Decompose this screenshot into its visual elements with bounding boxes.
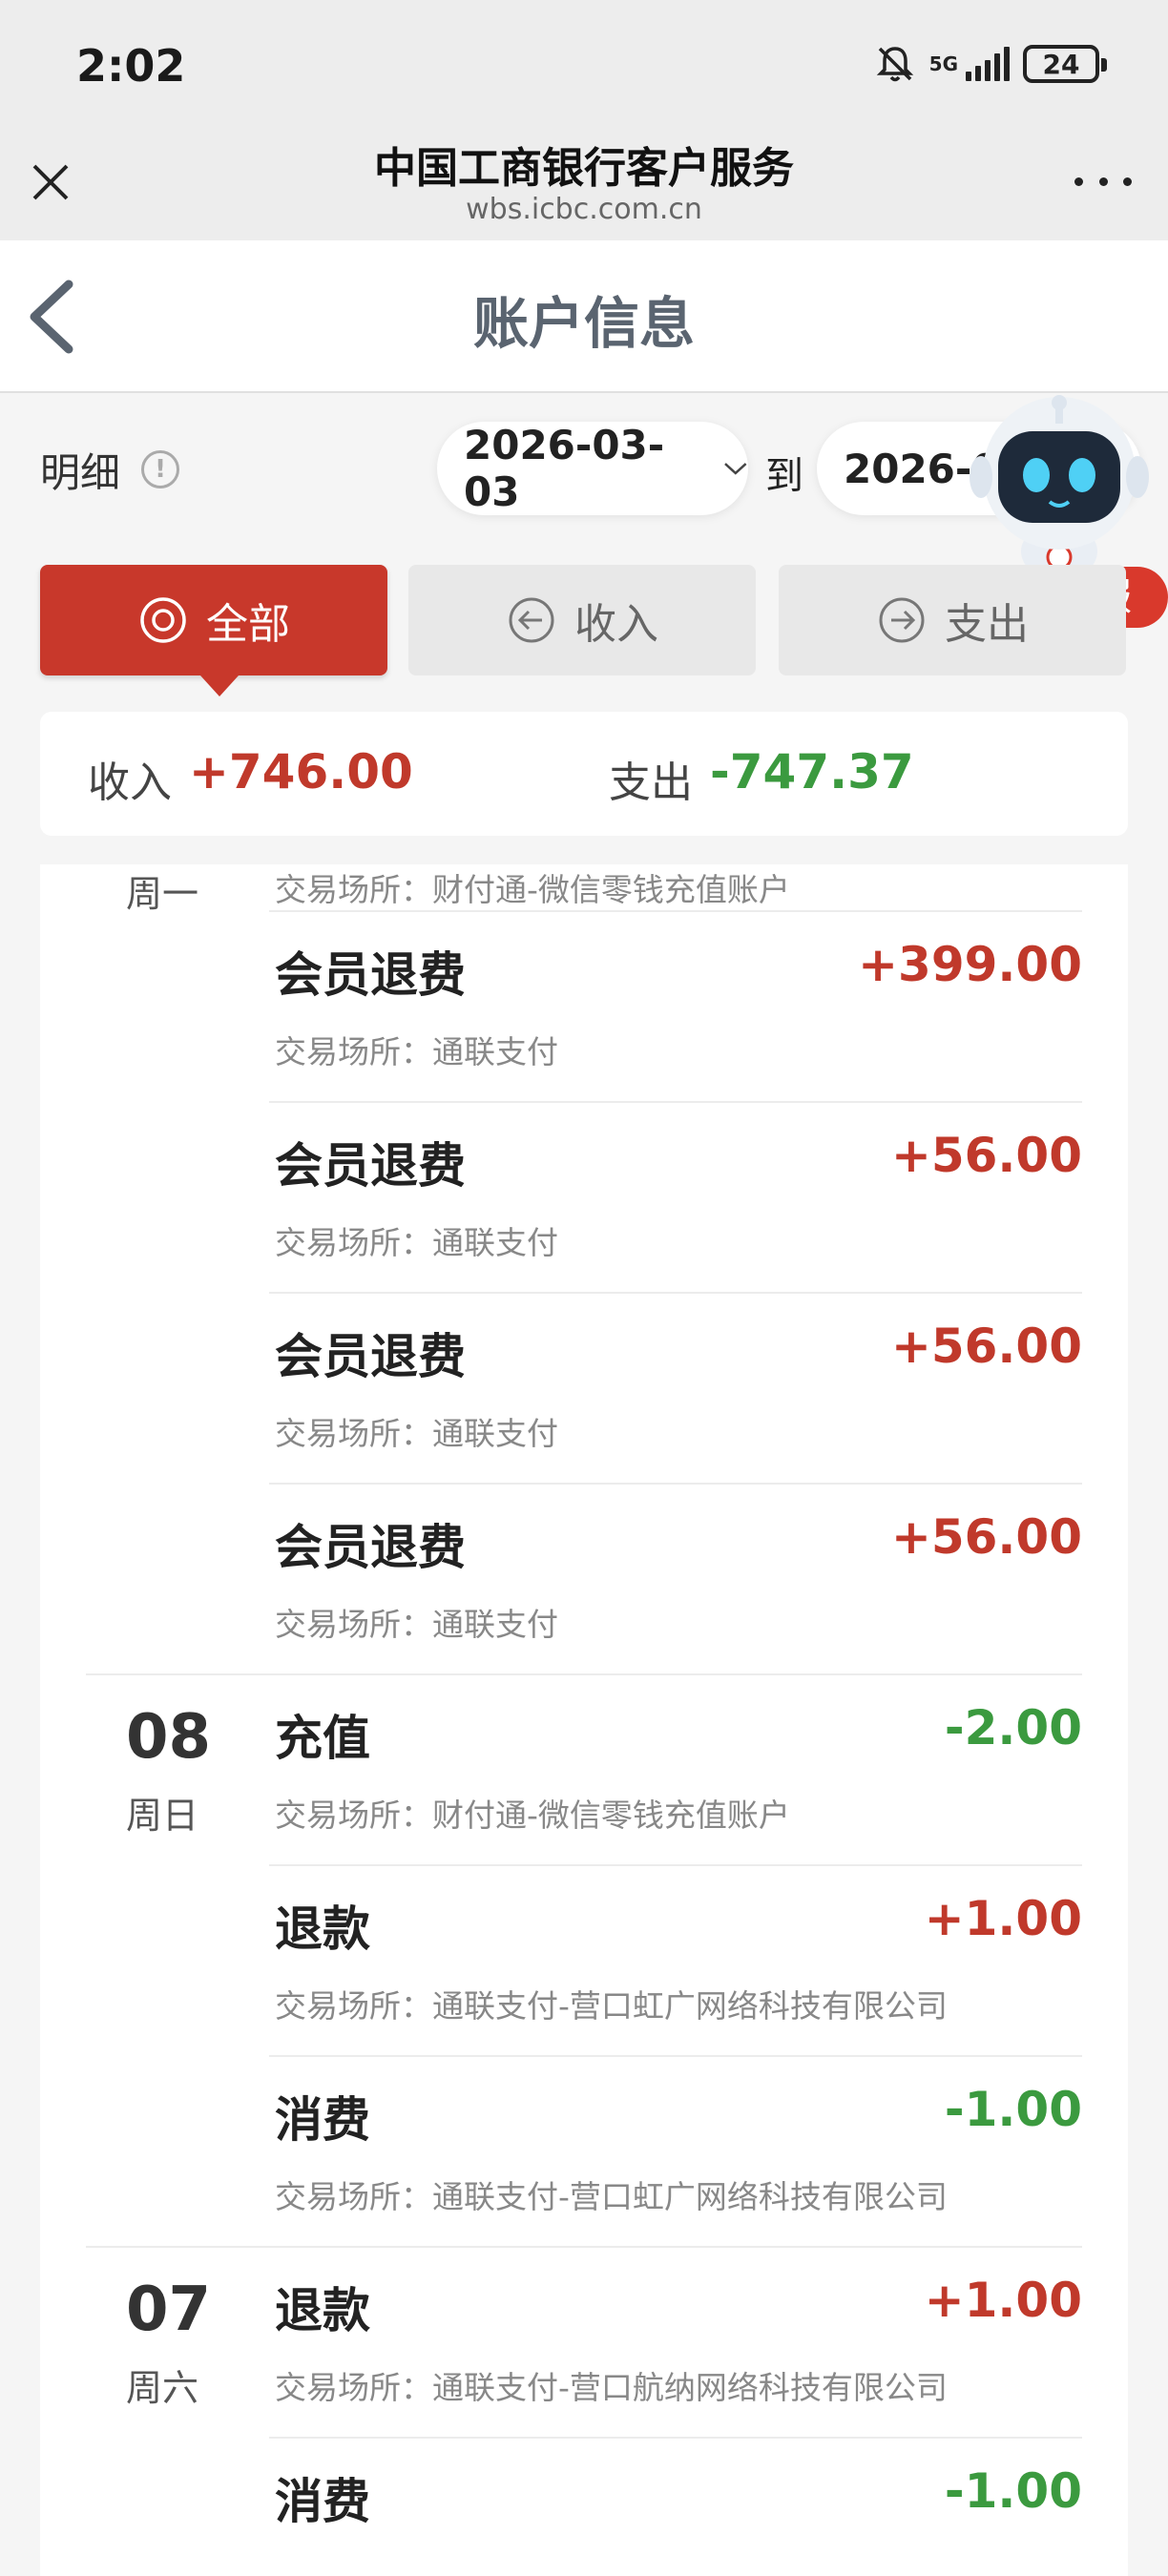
transaction-row[interactable]: 08 周日 充值 -2.00 交易场所：财付通-微信零钱充值账户 xyxy=(40,1673,1128,1864)
tx-title: 会员退费 xyxy=(275,947,466,1003)
tab-expense-label: 支出 xyxy=(945,600,1029,649)
transaction-row[interactable]: 会员退费 +56.00 交易场所：通联支付 xyxy=(40,1292,1128,1483)
transaction-row[interactable]: 会员退费 +399.00 交易场所：通联支付 xyxy=(40,910,1128,1101)
row-divider xyxy=(86,2246,1082,2248)
tx-amount: +56.00 xyxy=(890,1509,1082,1565)
transaction-row[interactable]: 消费 -1.00 交易场所：通联支付-营口虹广网络科技有限公司 xyxy=(40,2055,1128,2246)
start-date-value: 2026-03-03 xyxy=(464,422,665,515)
transaction-row[interactable]: 退款 +1.00 交易场所：通联支付-营口虹广网络科技有限公司 xyxy=(40,1864,1128,2055)
row-divider xyxy=(269,2055,1082,2057)
tx-day: 08 xyxy=(126,1702,212,1773)
row-divider xyxy=(269,1483,1082,1485)
robot-assistant-icon[interactable] xyxy=(970,393,1149,584)
battery-level: 24 xyxy=(1042,48,1080,80)
signal-icon xyxy=(966,47,1010,81)
tx-title: 消费 xyxy=(275,2092,370,2148)
tx-weekday: 周六 xyxy=(126,2367,199,2409)
tx-amount: +1.00 xyxy=(924,1891,1082,1946)
expense-total-value: -747.37 xyxy=(710,744,914,800)
tx-amount: +56.00 xyxy=(890,1128,1082,1183)
transaction-row[interactable]: 会员退费 +56.00 交易场所：通联支付 xyxy=(40,1483,1128,1673)
tx-merchant: 交易场所：通联支付-营口虹广网络科技有限公司 xyxy=(275,2178,948,2215)
tab-all-label: 全部 xyxy=(206,600,290,649)
status-icons: 5G 24 xyxy=(874,42,1107,86)
tx-merchant: 交易场所：财付通-微信零钱充值账户 xyxy=(275,1797,790,1834)
row-divider xyxy=(269,2437,1082,2439)
tx-amount: +1.00 xyxy=(924,2273,1082,2328)
tab-all[interactable]: 全部 xyxy=(40,565,387,696)
tx-title: 会员退费 xyxy=(275,1138,466,1194)
tx-amount: +399.00 xyxy=(858,937,1082,992)
tx-amount: -2.00 xyxy=(944,1700,1082,1755)
list-item[interactable]: 周一 交易场所：财付通-微信零钱充值账户 xyxy=(40,864,1128,915)
tx-title: 退款 xyxy=(275,2283,370,2338)
tab-income-label: 收入 xyxy=(574,600,658,649)
tx-title: 会员退费 xyxy=(275,1520,466,1575)
row-divider xyxy=(269,1864,1082,1866)
row-divider xyxy=(269,910,1082,912)
tx-amount: -1.00 xyxy=(944,2082,1082,2137)
tx-title: 充值 xyxy=(275,1711,370,1766)
target-icon xyxy=(140,597,186,643)
tx-amount: +56.00 xyxy=(890,1319,1082,1374)
battery-icon: 24 xyxy=(1023,45,1107,83)
tx-day: 07 xyxy=(126,2275,212,2345)
chevron-down-icon xyxy=(724,463,747,475)
page-nav-bar: 账户信息 xyxy=(0,240,1168,393)
tx-merchant: 交易场所：通联支付-营口航纳网络科技有限公司 xyxy=(275,2369,948,2406)
row-divider xyxy=(86,1673,1082,1675)
start-date-picker[interactable]: 2026-03-03 xyxy=(437,422,748,515)
info-icon[interactable]: ! xyxy=(141,450,179,488)
tx-merchant: 交易场所：通联支付 xyxy=(275,1415,558,1452)
arrow-right-circle-icon xyxy=(879,597,925,643)
browser-header: 中国工商银行客户服务 wbs.icbc.com.cn xyxy=(0,134,1168,240)
tab-expense[interactable]: 支出 xyxy=(779,565,1126,675)
tx-merchant: 交易场所：通联支付-营口虹广网络科技有限公司 xyxy=(275,1987,948,2025)
tx-amount: -1.00 xyxy=(944,2463,1082,2519)
tx-title: 消费 xyxy=(275,2474,370,2529)
status-time: 2:02 xyxy=(76,40,186,92)
transaction-row[interactable]: 07 周六 退款 +1.00 交易场所：通联支付-营口航纳网络科技有限公司 xyxy=(40,2246,1128,2437)
site-title: 中国工商银行客户服务 xyxy=(374,144,794,193)
row-divider xyxy=(269,1101,1082,1103)
arrow-left-circle-icon xyxy=(509,597,554,643)
row-divider xyxy=(269,1292,1082,1294)
tx-merchant: 交易场所：财付通-微信零钱充值账户 xyxy=(275,871,790,908)
tx-merchant: 交易场所：通联支付 xyxy=(275,1224,558,1261)
tx-merchant: 交易场所：通联支付 xyxy=(275,1606,558,1643)
summary-card: 收入 +746.00 支出 -747.37 xyxy=(40,712,1128,836)
tx-weekday: 周日 xyxy=(126,1795,199,1837)
tx-title: 退款 xyxy=(275,1901,370,1957)
tab-income[interactable]: 收入 xyxy=(408,565,756,675)
income-total-value: +746.00 xyxy=(189,744,413,800)
bell-muted-icon xyxy=(876,47,913,82)
expense-total-label: 支出 xyxy=(609,758,693,807)
site-url: wbs.icbc.com.cn xyxy=(466,193,702,226)
income-total-label: 收入 xyxy=(88,758,172,807)
transaction-row[interactable]: 会员退费 +56.00 交易场所：通联支付 xyxy=(40,1101,1128,1292)
tx-title: 会员退费 xyxy=(275,1329,466,1384)
tx-merchant: 交易场所：通联支付 xyxy=(275,1033,558,1070)
date-range-separator: 到 xyxy=(765,454,803,498)
network-type: 5G xyxy=(928,52,958,75)
detail-label: 明细 xyxy=(40,449,121,496)
page-title: 账户信息 xyxy=(472,291,695,356)
status-bar: 2:02 5G 24 xyxy=(0,0,1168,134)
transaction-list[interactable]: 周一 交易场所：财付通-微信零钱充值账户 会员退费 +399.00 交易场所：通… xyxy=(40,864,1128,2576)
more-options-icon[interactable] xyxy=(1074,162,1132,200)
transaction-row[interactable]: 消费 -1.00 xyxy=(40,2437,1128,2576)
tx-weekday: 周一 xyxy=(126,873,199,915)
